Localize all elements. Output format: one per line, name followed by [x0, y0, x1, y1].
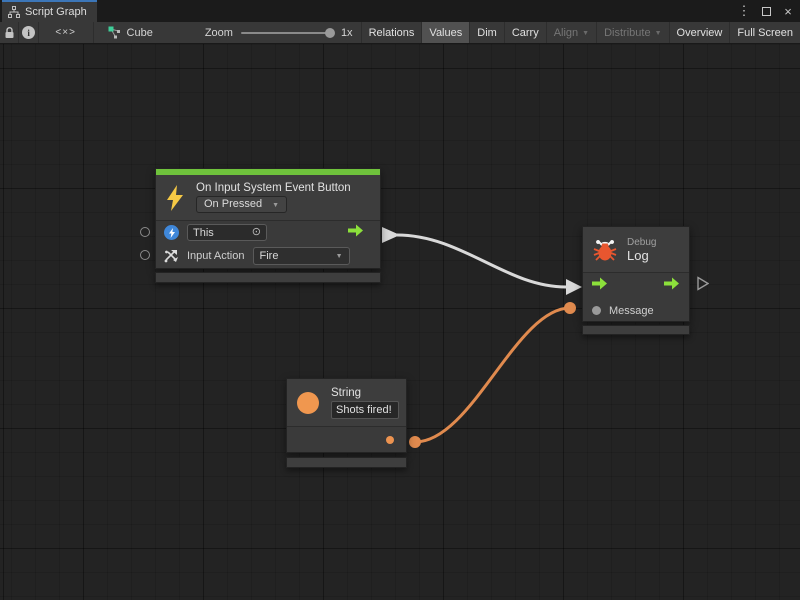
zoom-slider[interactable] — [241, 32, 333, 34]
bug-icon — [592, 237, 618, 262]
relations-label: Relations — [369, 27, 415, 39]
chevron-down-icon: ▼ — [655, 30, 662, 37]
carry-button[interactable]: Carry — [505, 22, 547, 43]
values-label: Values — [429, 27, 462, 39]
zoom-slider-thumb[interactable] — [325, 28, 335, 38]
event-mode-value: On Pressed — [204, 198, 262, 210]
tab-title: Script Graph — [25, 6, 87, 18]
fullscreen-button[interactable]: Full Screen — [730, 22, 800, 43]
string-value: Shots fired! — [336, 404, 392, 416]
maximize-icon — [762, 7, 771, 16]
this-object-field[interactable]: This ⊙ — [187, 224, 267, 241]
values-button[interactable]: Values — [422, 22, 470, 43]
node-debug-log[interactable]: Debug Log Message — [582, 226, 690, 335]
message-port-row: Message — [583, 298, 689, 323]
maximize-button[interactable] — [758, 3, 774, 19]
align-label: Align — [554, 27, 578, 39]
align-button[interactable]: Align ▼ — [547, 22, 597, 43]
close-icon: × — [784, 4, 792, 19]
window-menu-button[interactable]: ⋮ — [736, 3, 752, 19]
graph-toolbar: i <×> Cube Zoom 1x Relations Values Dim … — [0, 22, 800, 44]
string-node-body — [287, 427, 406, 453]
message-label: Message — [609, 305, 654, 317]
carry-label: Carry — [512, 27, 539, 39]
object-picker-icon: ⊙ — [252, 227, 261, 238]
tab-script-graph[interactable]: Script Graph — [2, 0, 97, 22]
chevron-down-icon: ▼ — [272, 202, 279, 209]
overview-button[interactable]: Overview — [670, 22, 731, 43]
zoom-label: Zoom — [205, 27, 233, 39]
dim-button[interactable]: Dim — [470, 22, 505, 43]
relations-button[interactable]: Relations — [362, 22, 423, 43]
input-action-port-row: Input Action Fire ▼ — [156, 244, 380, 267]
tab-bar: Script Graph ⋮ × — [0, 0, 800, 22]
event-node-footer — [155, 272, 381, 283]
code-icon: <×> — [55, 27, 76, 38]
message-input-port[interactable] — [592, 306, 601, 315]
this-port-row: This ⊙ — [156, 221, 380, 244]
debug-flow-row — [583, 273, 689, 298]
zoom-value: 1x — [341, 27, 353, 39]
lock-button[interactable] — [0, 22, 19, 43]
event-node-body: This ⊙ Input Act — [156, 221, 380, 267]
chevron-down-icon: ▼ — [582, 30, 589, 37]
event-node-header: On Input System Event Button On Pressed … — [156, 175, 380, 221]
input-action-port[interactable] — [140, 250, 150, 260]
script-graph-icon — [8, 6, 20, 18]
lock-icon — [4, 27, 15, 39]
flow-input-port[interactable] — [592, 277, 608, 295]
debug-node-footer — [582, 325, 690, 335]
string-type-icon — [297, 392, 319, 414]
unity-script-graph-window: Script Graph ⋮ × i <×> — [0, 0, 800, 600]
distribute-label: Distribute — [604, 27, 650, 39]
breadcrumb-label: Cube — [127, 27, 153, 39]
this-field-value: This — [193, 227, 214, 239]
debug-node-category: Debug — [627, 237, 656, 248]
info-icon: i — [22, 26, 35, 39]
string-node-footer — [286, 457, 407, 468]
flow-output-port[interactable] — [664, 277, 680, 295]
next-flow-port[interactable] — [697, 276, 709, 295]
string-node-header: String Shots fired! — [287, 379, 406, 427]
graph-asset-icon — [108, 26, 121, 39]
fullscreen-label: Full Screen — [737, 27, 793, 39]
debug-node-title: Log — [627, 248, 656, 263]
inspector-button[interactable]: i — [19, 22, 38, 43]
string-value-field[interactable]: Shots fired! — [331, 401, 399, 419]
window-controls: ⋮ × — [736, 0, 796, 22]
debug-node-header: Debug Log — [583, 227, 689, 273]
close-button[interactable]: × — [780, 3, 796, 19]
input-action-value: Fire — [260, 250, 279, 262]
this-input-port[interactable] — [140, 227, 150, 237]
gameobject-icon — [164, 225, 179, 240]
event-mode-dropdown[interactable]: On Pressed ▼ — [196, 196, 287, 213]
overview-label: Overview — [677, 27, 723, 39]
input-action-label: Input Action — [187, 250, 245, 262]
chevron-down-icon: ▼ — [336, 253, 343, 260]
input-action-icon — [164, 249, 179, 263]
node-on-input-system-event-button[interactable]: On Input System Event Button On Pressed … — [155, 168, 381, 283]
zoom-control: Zoom 1x — [165, 22, 361, 43]
input-action-dropdown[interactable]: Fire ▼ — [253, 247, 350, 265]
string-output-port[interactable] — [386, 436, 394, 444]
kebab-menu-icon: ⋮ — [738, 3, 751, 19]
node-string-literal[interactable]: String Shots fired! — [286, 378, 407, 468]
preview-code-button[interactable]: <×> — [39, 22, 94, 43]
flow-output-port[interactable] — [348, 224, 364, 242]
distribute-button[interactable]: Distribute ▼ — [597, 22, 669, 43]
lightning-bolt-icon — [164, 184, 186, 212]
breadcrumb[interactable]: Cube — [94, 22, 165, 43]
event-node-title: On Input System Event Button — [196, 182, 351, 194]
string-node-title: String — [331, 387, 399, 399]
dim-label: Dim — [477, 27, 497, 39]
